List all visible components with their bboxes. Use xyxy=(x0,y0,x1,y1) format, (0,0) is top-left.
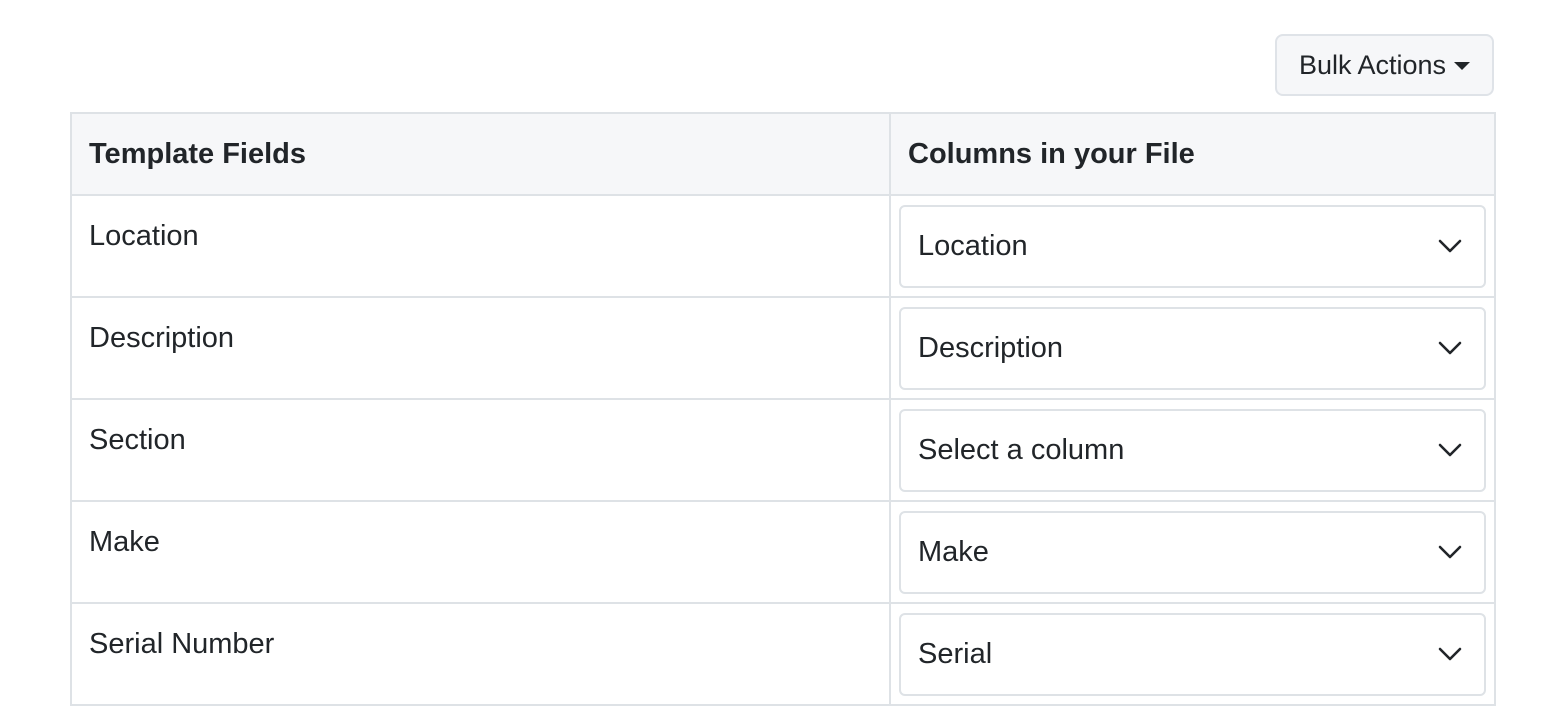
column-select-value: Location xyxy=(918,229,1028,262)
column-select-cell: Location xyxy=(889,194,1496,298)
chevron-down-icon xyxy=(1438,443,1462,457)
column-select-cell: Make xyxy=(889,500,1496,604)
column-select-cell: Select a column xyxy=(889,398,1496,502)
chevron-down-icon xyxy=(1438,545,1462,559)
table-row: Serial Number Serial xyxy=(70,602,1496,706)
column-select-cell: Description xyxy=(889,296,1496,400)
template-field-label: Make xyxy=(70,500,891,604)
chevron-down-icon xyxy=(1438,647,1462,661)
column-select[interactable]: Serial xyxy=(899,612,1486,696)
table-row: Make Make xyxy=(70,500,1496,604)
header-columns-in-file: Columns in your File xyxy=(889,112,1496,196)
column-select[interactable]: Select a column xyxy=(899,408,1486,492)
table-row: Description Description xyxy=(70,296,1496,400)
bulk-actions-button[interactable]: Bulk Actions xyxy=(1275,34,1494,96)
field-mapping-table: Template Fields Columns in your File Loc… xyxy=(70,112,1496,706)
column-select-value: Serial xyxy=(918,637,993,670)
column-select-cell: Serial xyxy=(889,602,1496,706)
chevron-down-icon xyxy=(1438,239,1462,253)
column-select[interactable]: Description xyxy=(899,306,1486,390)
table-header-row: Template Fields Columns in your File xyxy=(70,112,1496,196)
column-select[interactable]: Make xyxy=(899,510,1486,594)
bulk-actions-label: Bulk Actions xyxy=(1298,49,1447,80)
column-select-value: Description xyxy=(918,331,1064,364)
header-template-fields: Template Fields xyxy=(70,112,891,196)
template-field-label: Section xyxy=(70,398,891,502)
import-mapping-page: Bulk Actions Template Fields Columns in … xyxy=(0,0,1558,708)
template-field-label: Location xyxy=(70,194,891,298)
chevron-down-icon xyxy=(1438,341,1462,355)
template-field-label: Description xyxy=(70,296,891,400)
table-row: Location Location xyxy=(70,194,1496,298)
column-select[interactable]: Location xyxy=(899,204,1486,288)
template-field-label: Serial Number xyxy=(70,602,891,706)
caret-down-icon xyxy=(1454,62,1471,70)
column-select-value: Select a column xyxy=(918,433,1125,466)
column-select-value: Make xyxy=(918,535,989,568)
table-row: Section Select a column xyxy=(70,398,1496,502)
